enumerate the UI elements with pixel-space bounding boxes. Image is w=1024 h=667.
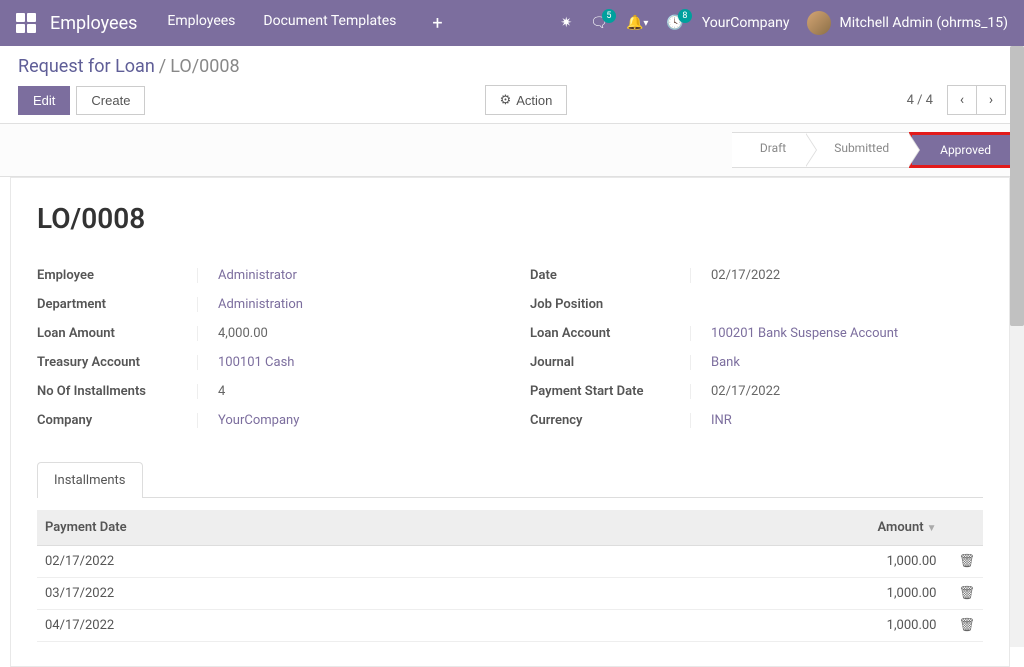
menu-doc-templates[interactable]: Document Templates xyxy=(263,13,396,34)
breadcrumb-parent[interactable]: Request for Loan xyxy=(18,56,155,77)
nav-menu: Employees Document Templates + xyxy=(167,13,560,34)
sort-icon: ▼ xyxy=(927,523,937,534)
label-loan-amount: Loan Amount xyxy=(37,326,197,341)
value-pay-start: 02/17/2022 xyxy=(690,384,780,399)
label-date: Date xyxy=(530,268,690,283)
installments-table: Payment Date Amount▼ 02/17/2022 1,000.00… xyxy=(37,510,983,642)
value-employee[interactable]: Administrator xyxy=(197,268,297,283)
cell-amount: 1,000.00 xyxy=(550,610,944,642)
messages-icon[interactable]: 🗨5 xyxy=(590,15,608,31)
record-title: LO/0008 xyxy=(37,202,983,235)
label-treasury: Treasury Account xyxy=(37,355,197,370)
label-loan-account: Loan Account xyxy=(530,326,690,341)
value-company[interactable]: YourCompany xyxy=(197,413,299,428)
breadcrumb-sep: / xyxy=(159,56,166,77)
app-name[interactable]: Employees xyxy=(50,13,137,34)
form-sheet: LO/0008 EmployeeAdministrator Department… xyxy=(10,177,1010,667)
label-employee: Employee xyxy=(37,268,197,283)
pager: 4 / 4 ‹ › xyxy=(907,85,1006,115)
label-currency: Currency xyxy=(530,413,690,428)
scrollbar-thumb[interactable] xyxy=(1010,46,1024,326)
tabs: Installments xyxy=(37,461,983,498)
navbar: Employees Employees Document Templates +… xyxy=(0,0,1024,46)
cell-amount: 1,000.00 xyxy=(550,578,944,610)
create-button[interactable]: Create xyxy=(76,86,145,115)
notifications-icon[interactable]: 🔔 ▾ xyxy=(626,15,648,31)
scrollbar-vertical[interactable] xyxy=(1010,46,1024,647)
cell-amount: 1,000.00 xyxy=(550,546,944,578)
cell-date: 02/17/2022 xyxy=(37,546,550,578)
activities-icon[interactable]: 🕓8 xyxy=(666,15,683,31)
pager-next[interactable]: › xyxy=(976,85,1006,115)
label-pay-start: Payment Start Date xyxy=(530,384,690,399)
status-submitted[interactable]: Submitted xyxy=(806,132,909,168)
value-treasury[interactable]: 100101 Cash xyxy=(197,355,294,370)
form-col-left: EmployeeAdministrator DepartmentAdminist… xyxy=(37,261,490,435)
cell-date: 03/17/2022 xyxy=(37,578,550,610)
activities-badge: 8 xyxy=(678,9,692,23)
menu-employees[interactable]: Employees xyxy=(167,13,235,34)
status-approved[interactable]: Approved xyxy=(912,135,1011,165)
value-currency[interactable]: INR xyxy=(690,413,732,428)
value-date: 02/17/2022 xyxy=(690,268,780,283)
debug-icon[interactable]: ✷ xyxy=(560,15,572,31)
status-bar-row: Draft Submitted Approved xyxy=(0,123,1024,177)
label-journal: Journal xyxy=(530,355,690,370)
messages-badge: 5 xyxy=(602,9,616,23)
col-payment-date[interactable]: Payment Date xyxy=(37,510,550,546)
value-loan-account[interactable]: 100201 Bank Suspense Account xyxy=(690,326,898,341)
value-journal[interactable]: Bank xyxy=(690,355,740,370)
avatar xyxy=(807,11,831,35)
form-buttons: Edit Create xyxy=(18,86,145,115)
table-row[interactable]: 02/17/2022 1,000.00 🗑 xyxy=(37,546,983,578)
tab-installments[interactable]: Installments xyxy=(37,462,143,498)
label-company: Company xyxy=(37,413,197,428)
gear-icon: ⚙ xyxy=(500,92,512,108)
pager-prev[interactable]: ‹ xyxy=(947,85,977,115)
user-menu[interactable]: Mitchell Admin (ohrms_15) xyxy=(807,11,1008,35)
label-department: Department xyxy=(37,297,197,312)
apps-menu-icon[interactable] xyxy=(16,13,36,33)
status-bar: Draft Submitted Approved xyxy=(732,132,1014,168)
pager-count: 4 / 4 xyxy=(907,93,933,108)
nav-right: ✷ 🗨5 🔔 ▾ 🕓8 YourCompany Mitchell Admin (… xyxy=(560,11,1008,35)
delete-icon[interactable]: 🗑 xyxy=(958,618,975,633)
user-name: Mitchell Admin (ohrms_15) xyxy=(839,15,1008,31)
status-draft[interactable]: Draft xyxy=(732,132,806,168)
table-row[interactable]: 03/17/2022 1,000.00 🗑 xyxy=(37,578,983,610)
label-job: Job Position xyxy=(530,297,690,312)
label-installments: No Of Installments xyxy=(37,384,197,399)
table-row[interactable]: 04/17/2022 1,000.00 🗑 xyxy=(37,610,983,642)
value-department[interactable]: Administration xyxy=(197,297,303,312)
breadcrumb-current: LO/0008 xyxy=(170,56,239,77)
value-loan-amount: 4,000.00 xyxy=(197,326,268,341)
col-amount[interactable]: Amount▼ xyxy=(550,510,944,546)
status-highlight: Approved xyxy=(909,132,1014,168)
edit-button[interactable]: Edit xyxy=(18,86,70,115)
value-installments: 4 xyxy=(197,384,225,399)
delete-icon[interactable]: 🗑 xyxy=(958,554,975,569)
form-grid: EmployeeAdministrator DepartmentAdminist… xyxy=(37,261,983,435)
col-actions xyxy=(944,510,983,546)
delete-icon[interactable]: 🗑 xyxy=(958,586,975,601)
control-panel: Request for Loan/LO/0008 Edit Create ⚙Ac… xyxy=(0,46,1024,123)
cell-date: 04/17/2022 xyxy=(37,610,550,642)
company-switcher[interactable]: YourCompany xyxy=(702,15,790,31)
breadcrumb: Request for Loan/LO/0008 xyxy=(18,56,1006,77)
action-dropdown[interactable]: ⚙Action xyxy=(485,85,568,115)
menu-add-icon[interactable]: + xyxy=(432,13,442,34)
form-col-right: Date02/17/2022 Job Position Loan Account… xyxy=(530,261,983,435)
